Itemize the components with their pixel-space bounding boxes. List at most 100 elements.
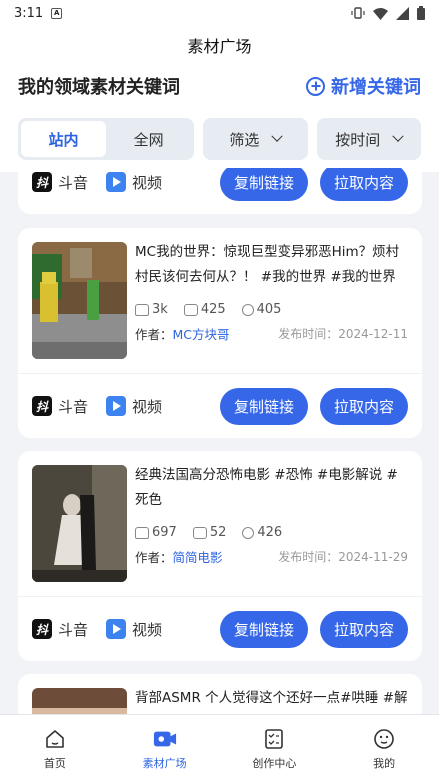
copy-link-button[interactable]: 复制链接 [219, 168, 308, 201]
card-title: 经典法国高分恐怖电影 #恐怖 #电影解说 #死色 [135, 467, 398, 508]
type-label: 视频 [132, 173, 163, 192]
publish-time: 发布时间：2024-11-29 [278, 548, 408, 565]
publish-time: 发布时间：2024-12-11 [278, 325, 408, 342]
add-keyword-button[interactable]: 新增关键词 [306, 73, 421, 99]
chevron-down-icon [392, 130, 404, 142]
publish-date: 2024-11-29 [338, 550, 408, 564]
type-tag: 视频 [106, 619, 162, 640]
platform-tag: 抖 斗音 [32, 172, 88, 193]
home-icon [43, 727, 67, 751]
bottom-tab-bar: 首页 素材广场 创作中心 我的 [0, 714, 439, 780]
card-stats: 697 52 426 [135, 525, 408, 540]
comment-icon [192, 526, 207, 539]
segment-allweb[interactable]: 全网 [106, 121, 191, 157]
platform-tag: 抖 斗音 [32, 396, 88, 417]
likes-count: 3k [152, 302, 168, 317]
sort-dropdown[interactable]: 按时间 [316, 118, 422, 160]
type-label: 视频 [132, 397, 163, 416]
chevron-down-icon [271, 130, 284, 142]
platform-label: 斗音 [58, 173, 89, 192]
tab-mine-label: 我的 [373, 757, 396, 770]
scope-segmented-control: 站内 全网 [18, 118, 195, 160]
type-label: 视频 [132, 620, 163, 639]
segment-onsite[interactable]: 站内 [21, 121, 107, 157]
time-prefix: 发布时间： [278, 327, 339, 341]
platform-label: 斗音 [58, 620, 89, 639]
filter-dropdown[interactable]: 筛选 [203, 118, 308, 160]
share-icon [242, 526, 255, 539]
type-tag: 视频 [106, 172, 162, 193]
comments-count: 425 [200, 302, 226, 317]
status-time: 3:11 [14, 5, 44, 21]
signal-icon [396, 6, 409, 20]
thumb-up-icon [135, 526, 149, 539]
wifi-icon [373, 7, 388, 20]
camera-icon [153, 727, 177, 751]
checklist-icon [262, 727, 286, 751]
card-stats: 3k 425 405 [135, 302, 408, 317]
type-tag: 视频 [106, 396, 162, 417]
card-footer: 抖 斗音 视频 复制链接 拉取内容 [18, 597, 422, 661]
author-name[interactable]: 简简电影 [173, 550, 223, 565]
author-name[interactable]: MC方块哥 [173, 327, 230, 342]
content-feed[interactable]: 抖 斗音 视频 复制链接 拉取内容 MC我的世界：惊现巨型变异邪恶Him？烦村村… [0, 168, 439, 714]
author-prefix: 作者： [135, 327, 173, 342]
page-title: 素材广场 [187, 37, 252, 56]
tab-material-square[interactable]: 素材广场 [110, 715, 220, 780]
content-card: 抖 斗音 视频 复制链接 拉取内容 [18, 168, 422, 214]
copy-link-button[interactable]: 复制链接 [219, 387, 308, 425]
author-prefix: 作者： [135, 550, 173, 565]
smiley-icon [372, 727, 396, 751]
notification-icon: A [51, 7, 63, 19]
card-title: MC我的世界：惊现巨型变异邪恶Him？烦村村民该何去何从？！ #我的世界 #我的… [135, 244, 400, 285]
tab-home[interactable]: 首页 [0, 715, 110, 780]
tab-home-label: 首页 [43, 757, 66, 770]
pull-content-button[interactable]: 拉取内容 [319, 610, 408, 648]
video-icon [106, 619, 127, 639]
video-icon [106, 172, 127, 192]
content-card[interactable]: 背部ASMR 个人觉得这个还好一点#哄睡 #解 [18, 674, 422, 714]
pull-content-button[interactable]: 拉取内容 [319, 168, 408, 201]
tab-creation-center[interactable]: 创作中心 [220, 715, 330, 780]
platform-label: 斗音 [58, 397, 89, 416]
vibrate-icon [351, 7, 365, 19]
douyin-icon: 抖 [32, 396, 52, 416]
card-author: 作者：简简电影 [135, 547, 223, 566]
video-icon [106, 396, 127, 416]
publish-date: 2024-12-11 [338, 327, 408, 341]
page-header: 素材广场 [0, 26, 439, 64]
card-footer: 抖 斗音 视频 复制链接 拉取内容 [18, 374, 422, 438]
likes-count: 697 [152, 525, 177, 540]
tab-mine[interactable]: 我的 [329, 715, 439, 780]
status-bar: 3:11 A [0, 0, 439, 26]
shares-count: 426 [257, 525, 283, 540]
battery-icon [417, 6, 425, 20]
tab-creation-center-label: 创作中心 [252, 757, 297, 770]
video-thumbnail[interactable] [32, 465, 127, 582]
douyin-icon: 抖 [32, 172, 52, 192]
content-card[interactable]: 经典法国高分恐怖电影 #恐怖 #电影解说 #死色 697 52 426 作者：简… [18, 451, 422, 661]
comment-icon [183, 303, 198, 316]
add-keyword-label: 新增关键词 [331, 77, 421, 98]
card-title: 背部ASMR 个人觉得这个还好一点#哄睡 #解 [135, 690, 408, 706]
filter-row: 站内 全网 筛选 按时间 [0, 104, 439, 172]
platform-tag: 抖 斗音 [32, 619, 88, 640]
pull-content-button[interactable]: 拉取内容 [319, 387, 408, 425]
content-card[interactable]: MC我的世界：惊现巨型变异邪恶Him？烦村村民该何去何从？！ #我的世界 #我的… [18, 228, 422, 438]
comments-count: 52 [209, 525, 227, 540]
share-icon [241, 303, 254, 316]
card-author: 作者：MC方块哥 [135, 324, 230, 343]
filter-dropdown-label: 筛选 [229, 130, 260, 149]
thumb-up-icon [135, 303, 149, 316]
section-title: 我的领域素材关键词 [18, 77, 180, 98]
card-footer: 抖 斗音 视频 复制链接 拉取内容 [18, 168, 422, 214]
video-thumbnail[interactable] [32, 688, 127, 714]
sort-dropdown-label: 按时间 [335, 130, 381, 149]
plus-circle-icon [306, 76, 325, 96]
keyword-section-header: 我的领域素材关键词 新增关键词 [0, 64, 439, 104]
douyin-icon: 抖 [32, 619, 52, 639]
video-thumbnail[interactable] [32, 242, 127, 359]
time-prefix: 发布时间： [278, 550, 339, 564]
tab-material-square-label: 素材广场 [142, 757, 187, 770]
copy-link-button[interactable]: 复制链接 [219, 610, 308, 648]
